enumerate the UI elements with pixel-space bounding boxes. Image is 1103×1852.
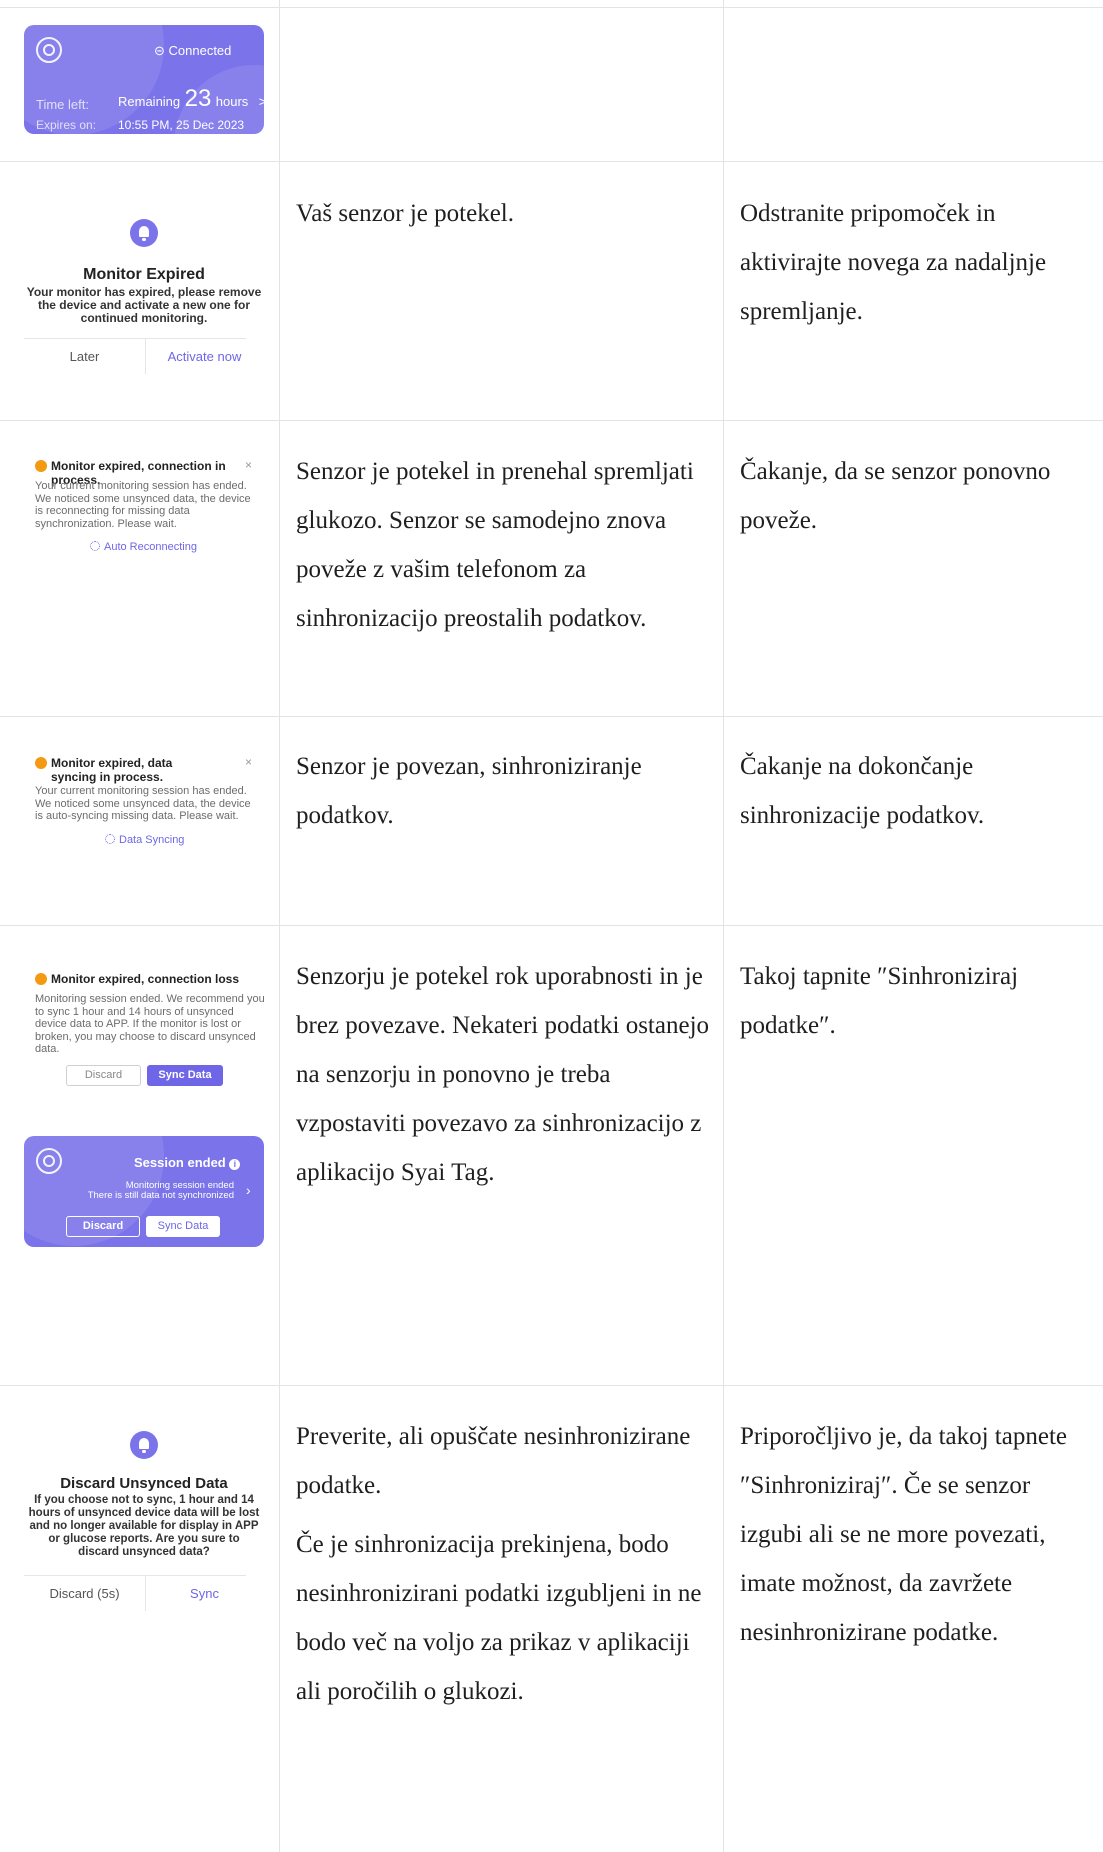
app-logo-icon	[36, 1148, 62, 1174]
row5-action: Priporočljivo je, da takoj tapnete ″Sinh…	[740, 1423, 1067, 1646]
info-icon[interactable]: i	[229, 1159, 241, 1170]
sync-button[interactable]: Sync	[146, 1586, 263, 1601]
chevron-right-icon[interactable]: ›	[246, 1182, 251, 1198]
sync-data-button[interactable]: Sync Data	[147, 1065, 223, 1086]
row3-description: Senzor je povezan, sinhroniziranje podat…	[296, 753, 642, 829]
remaining-value: 23	[184, 85, 212, 112]
data-syncing-status: Data Syncing	[105, 834, 225, 846]
later-button[interactable]: Later	[24, 349, 145, 364]
row4-description: Senzorju je potekel rok uporabnosti in j…	[296, 963, 710, 1186]
data-syncing-label: Data Syncing	[119, 834, 185, 846]
close-icon[interactable]: ×	[245, 755, 252, 769]
dialog-divider	[24, 338, 246, 339]
row5-description-p2: Če je sinhronizacija prekinjena, bodo ne…	[296, 1531, 702, 1705]
chevron-right-icon[interactable]: >	[259, 94, 264, 109]
dialog-title: Monitor Expired	[83, 266, 205, 283]
row5-description-p1: Preverite, ali opuščate nesinhronizirane…	[296, 1423, 691, 1499]
bell-icon	[130, 1431, 158, 1459]
dialog-divider	[24, 1575, 246, 1576]
warning-icon	[35, 460, 47, 472]
discard-countdown-button[interactable]: Discard (5s)	[24, 1586, 145, 1601]
session-ended-card[interactable]: Session ended i Monitoring session ended…	[24, 1136, 264, 1247]
spinner-icon	[90, 541, 100, 551]
card-sync-data-button[interactable]: Sync Data	[146, 1216, 220, 1237]
session-ended-line2: There is still data not synchronized	[87, 1190, 234, 1201]
banner-body: Your current monitoring session has ende…	[35, 785, 251, 822]
discard-button[interactable]: Discard	[66, 1065, 141, 1086]
session-ended-title: Session ended i	[134, 1155, 241, 1170]
row-divider	[0, 1385, 1103, 1386]
banner-title: Monitor expired, data syncing in process…	[51, 756, 173, 784]
banner-body: Your current monitoring session has ende…	[35, 480, 251, 530]
app-logo-icon	[36, 37, 62, 63]
row-divider	[0, 925, 1103, 926]
spinner-icon	[105, 834, 115, 844]
dialog-body: Your monitor has expired, please remove …	[26, 285, 262, 325]
bell-icon	[130, 219, 158, 247]
column-divider	[723, 0, 724, 1852]
expires-value: 10:55 PM, 25 Dec 2023	[118, 118, 245, 132]
warning-icon	[35, 973, 47, 985]
row-divider	[0, 161, 1103, 162]
row4-action: Takoj tapnite ″Sinhroniziraj podatke″.	[740, 963, 1019, 1039]
time-left-label: Time left:	[36, 97, 89, 112]
banner-title: Monitor expired, connection loss	[51, 972, 240, 986]
auto-reconnecting-status: Auto Reconnecting	[90, 541, 240, 553]
row1-description: Vaš senzor je potekel.	[296, 200, 514, 227]
auto-reconnecting-label: Auto Reconnecting	[104, 541, 197, 553]
session-ended-label: Session ended	[134, 1155, 226, 1170]
dialog-title: Discard Unsynced Data	[60, 1475, 228, 1492]
remaining-unit: hours	[215, 94, 249, 109]
remaining-label: Remaining	[118, 94, 181, 109]
row2-action: Čakanje, da se senzor ponovno poveže.	[740, 458, 1051, 534]
row-divider	[0, 420, 1103, 421]
row3-action: Čakanje na dokončanje sinhronizacije pod…	[740, 753, 985, 829]
row-divider	[0, 716, 1103, 717]
connected-status-card[interactable]: ⊝ Connected Time left: Remaining 23 hour…	[24, 25, 264, 134]
remaining-time: Remaining 23 hours >	[118, 85, 264, 113]
dialog-body: If you choose not to sync, 1 hour and 14…	[28, 1494, 260, 1558]
column-divider	[279, 0, 280, 1852]
row2-description: Senzor je potekel in prenehal spremljati…	[296, 458, 694, 632]
row5-description: Preverite, ali opuščate nesinhronizirane…	[296, 1412, 711, 1726]
banner-body: Monitoring session ended. We recommend y…	[35, 993, 265, 1055]
expires-label: Expires on:	[36, 118, 97, 132]
row-divider	[0, 7, 1103, 8]
card-discard-button[interactable]: Discard	[66, 1216, 140, 1237]
connection-status: ⊝ Connected	[154, 43, 232, 58]
row1-action: Odstranite pripomoček in aktivirajte nov…	[740, 200, 1047, 325]
close-icon[interactable]: ×	[245, 458, 252, 472]
warning-icon	[35, 757, 47, 769]
activate-now-button[interactable]: Activate now	[146, 349, 263, 364]
